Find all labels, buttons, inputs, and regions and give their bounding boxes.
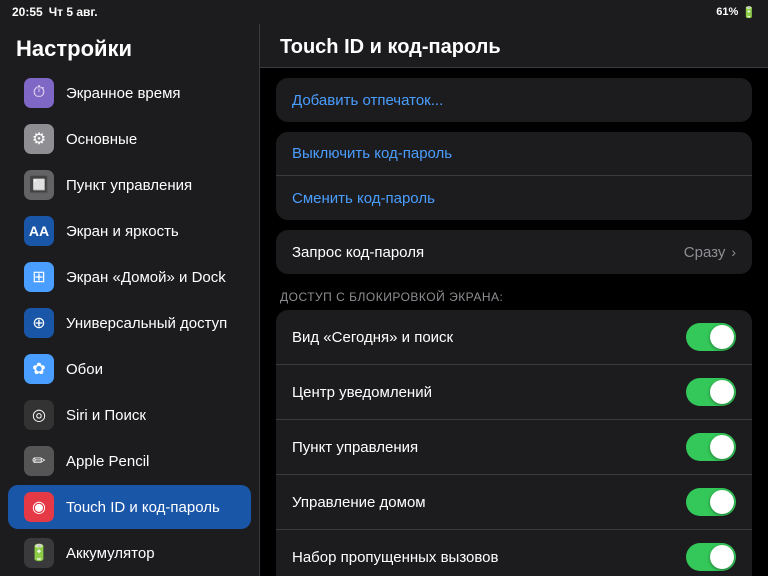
siri-icon: ◎ [24,400,54,430]
status-bar: 20:55 Чт 5 авг. 61% 🔋 [0,0,768,24]
sidebar-item-home[interactable]: ⊞ Экран «Домой» и Dock [8,255,251,299]
lock-today-label: Вид «Сегодня» и поиск [292,329,686,346]
control-label: Пункт управления [66,177,192,194]
passcode-actions-card: Выключить код-пароль Сменить код-пароль [276,132,752,220]
wallpaper-icon: ✿ [24,354,54,384]
sidebar-item-siri[interactable]: ◎ Siri и Поиск [8,393,251,437]
lock-home-label: Управление домом [292,494,686,511]
status-day: Чт 5 авг. [49,5,98,19]
siri-label: Siri и Поиск [66,407,146,424]
sidebar-item-touchid[interactable]: ◉ Touch ID и код-пароль [8,485,251,529]
sidebar-item-accessibility[interactable]: ⊕ Универсальный доступ [8,301,251,345]
sidebar-title: Настройки [0,24,259,70]
lock-calls-row[interactable]: Набор пропущенных вызовов [276,530,752,576]
home-label: Экран «Домой» и Dock [66,269,226,286]
display-label: Экран и яркость [66,223,179,240]
general-label: Основные [66,131,137,148]
main-container: Настройки ⏱ Экранное время ⚙ Основные 🔲 … [0,24,768,576]
battery-icon-item: 🔋 [24,538,54,568]
status-left: 20:55 Чт 5 авг. [12,5,98,19]
lock-home-toggle[interactable] [686,488,736,516]
lock-screen-section: ДОСТУП С БЛОКИРОВКОЙ ЭКРАНА: Вид «Сегодн… [276,284,752,576]
passcode-request-row[interactable]: Запрос код-пароля Сразу › [276,230,752,274]
lock-screen-card: Вид «Сегодня» и поиск Центр уведомлений … [276,310,752,576]
lock-calls-toggle[interactable] [686,543,736,571]
passcode-request-card: Запрос код-пароля Сразу › [276,230,752,274]
sidebar-item-display[interactable]: AA Экран и яркость [8,209,251,253]
lock-notifications-toggle[interactable] [686,378,736,406]
sidebar-item-battery[interactable]: 🔋 Аккумулятор [8,531,251,575]
fingerprint-card: Добавить отпечаток... [276,78,752,122]
sidebar-item-pencil[interactable]: ✏ Apple Pencil [8,439,251,483]
right-panel-title: Touch ID и код-пароль [260,24,768,68]
add-fingerprint-row[interactable]: Добавить отпечаток... [276,78,752,122]
accessibility-icon: ⊕ [24,308,54,338]
fingerprint-section: Добавить отпечаток... Выключить код-паро… [276,78,752,576]
status-time: 20:55 [12,5,43,19]
battery-percent: 61% [716,6,738,18]
lock-control-row[interactable]: Пункт управления [276,420,752,475]
sidebar-item-control[interactable]: 🔲 Пункт управления [8,163,251,207]
screentime-label: Экранное время [66,85,181,102]
change-passcode-row[interactable]: Сменить код-пароль [276,176,752,220]
passcode-request-value: Сразу [684,244,726,261]
sidebar-item-general[interactable]: ⚙ Основные [8,117,251,161]
battery-icon: 🔋 [742,6,756,19]
right-panel: Touch ID и код-пароль Добавить отпечаток… [260,24,768,576]
sidebar-item-screentime[interactable]: ⏱ Экранное время [8,71,251,115]
disable-passcode-link[interactable]: Выключить код-пароль [292,145,452,162]
display-icon: AA [24,216,54,246]
passcode-request-chevron: › [731,244,736,260]
lock-notifications-label: Центр уведомлений [292,384,686,401]
touchid-icon: ◉ [24,492,54,522]
home-icon: ⊞ [24,262,54,292]
sidebar-item-wallpaper[interactable]: ✿ Обои [8,347,251,391]
disable-passcode-row[interactable]: Выключить код-пароль [276,132,752,176]
wallpaper-label: Обои [66,361,103,378]
add-fingerprint-link[interactable]: Добавить отпечаток... [292,92,443,109]
lock-notifications-row[interactable]: Центр уведомлений [276,365,752,420]
battery-label: Аккумулятор [66,545,155,562]
control-icon: 🔲 [24,170,54,200]
pencil-label: Apple Pencil [66,453,149,470]
lock-calls-label: Набор пропущенных вызовов [292,549,686,566]
status-right: 61% 🔋 [716,6,756,19]
screentime-icon: ⏱ [24,78,54,108]
change-passcode-link[interactable]: Сменить код-пароль [292,190,435,207]
lock-today-toggle[interactable] [686,323,736,351]
pencil-icon: ✏ [24,446,54,476]
lock-screen-title: ДОСТУП С БЛОКИРОВКОЙ ЭКРАНА: [276,284,752,308]
lock-control-label: Пункт управления [292,439,686,456]
passcode-request-label: Запрос код-пароля [292,244,684,261]
lock-today-row[interactable]: Вид «Сегодня» и поиск [276,310,752,365]
accessibility-label: Универсальный доступ [66,315,227,332]
touchid-label: Touch ID и код-пароль [66,499,220,516]
lock-home-row[interactable]: Управление домом [276,475,752,530]
sidebar: Настройки ⏱ Экранное время ⚙ Основные 🔲 … [0,24,260,576]
general-icon: ⚙ [24,124,54,154]
lock-control-toggle[interactable] [686,433,736,461]
